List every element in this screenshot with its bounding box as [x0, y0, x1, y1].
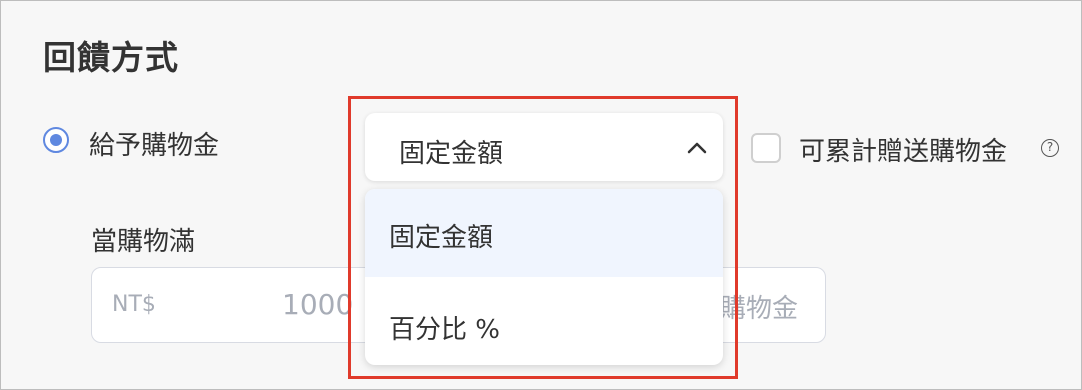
radio-selected-dot	[50, 134, 62, 146]
chevron-up-icon	[687, 142, 707, 154]
reward-radio-button[interactable]	[43, 127, 69, 153]
section-title: 回饋方式	[43, 38, 179, 77]
dropdown-option-percentage[interactable]: 百分比 %	[365, 277, 723, 365]
dropdown-option-fixed-amount[interactable]: 固定金額	[365, 189, 723, 277]
reward-radio-label[interactable]: 給予購物金	[89, 125, 219, 162]
reward-type-dropdown-menu: 固定金額 百分比 %	[365, 189, 723, 365]
reward-suffix: 購物金	[720, 294, 799, 324]
settings-panel: 回饋方式 給予購物金 固定金額 可累計贈送購物金 ? 當購物滿 NT$ 1000…	[0, 0, 1082, 390]
cumulative-checkbox-label[interactable]: 可累計贈送購物金	[799, 131, 1007, 168]
select-current-value: 固定金額	[399, 139, 504, 169]
reward-type-select[interactable]: 固定金額	[365, 113, 723, 181]
cumulative-checkbox[interactable]	[751, 133, 781, 163]
help-icon[interactable]: ?	[1041, 139, 1059, 157]
min-purchase-label: 當購物滿	[91, 227, 196, 257]
amount-placeholder: 1000	[282, 288, 354, 321]
currency-prefix: NT$	[112, 292, 156, 317]
